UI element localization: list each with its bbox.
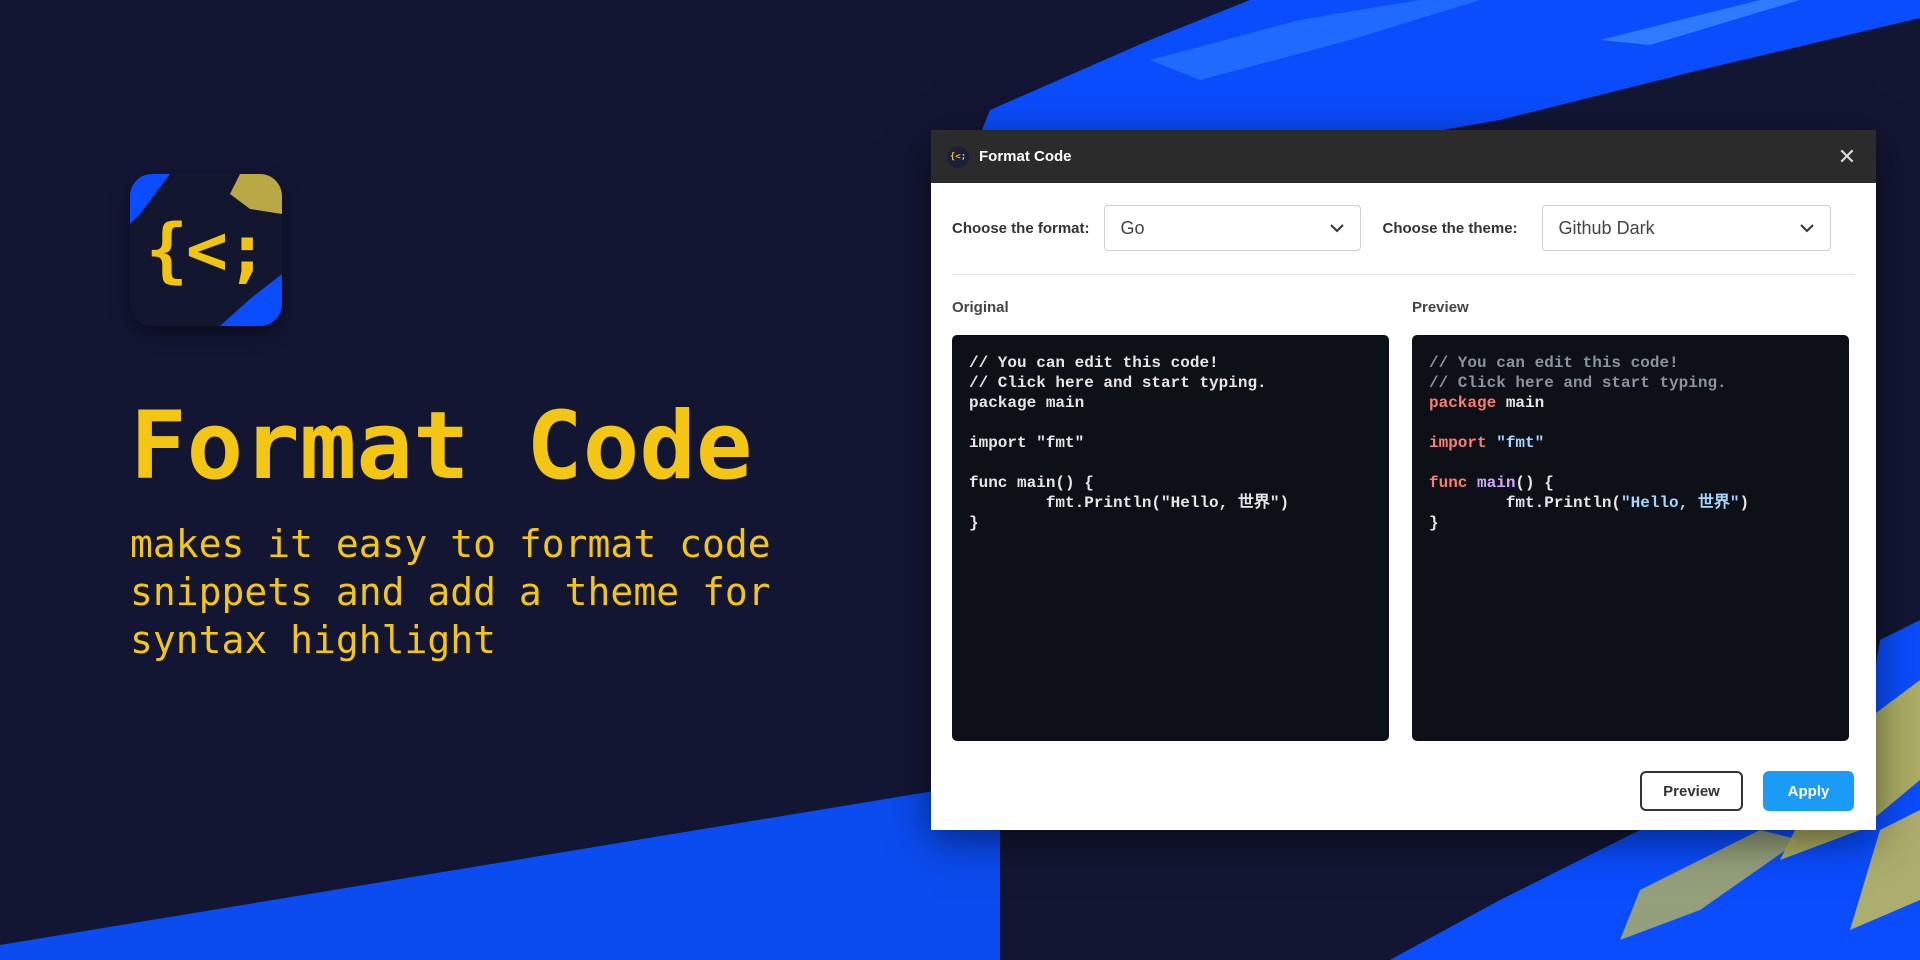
code-line: import "fmt" xyxy=(1429,434,1545,452)
theme-select[interactable]: Github Dark xyxy=(1541,205,1831,251)
code-line: package main xyxy=(1429,394,1545,412)
code-line: fmt.Println("Hello, 世界") xyxy=(1429,494,1750,512)
options-row: Choose the format: Go Choose the theme: … xyxy=(952,204,1855,252)
apply-button[interactable]: Apply xyxy=(1763,771,1854,811)
code-line: import "fmt" xyxy=(969,434,1085,452)
code-line: fmt.Println("Hello, 世界") xyxy=(969,494,1290,512)
code-line: } xyxy=(1429,514,1439,532)
original-code-editor[interactable]: // You can edit this code! // Click here… xyxy=(952,335,1389,741)
dialog-titlebar: {<; Format Code ✕ xyxy=(931,130,1876,183)
app-logo-icon: {<; xyxy=(130,174,282,326)
code-line: } xyxy=(969,514,979,532)
code-line: // You can edit this code! xyxy=(1429,354,1679,372)
format-label: Choose the format: xyxy=(952,219,1090,237)
dialog-title: Format Code xyxy=(979,148,1072,165)
code-line: // You can edit this code! xyxy=(969,354,1219,372)
code-line: // Click here and start typing. xyxy=(969,374,1267,392)
chevron-down-icon xyxy=(1329,223,1344,232)
theme-select-value: Github Dark xyxy=(1558,217,1655,238)
preview-label: Preview xyxy=(1412,299,1469,316)
original-label: Original xyxy=(952,299,1009,316)
code-line: package main xyxy=(969,394,1085,412)
format-code-dialog: {<; Format Code ✕ Choose the format: Go … xyxy=(931,130,1876,830)
theme-label: Choose the theme: xyxy=(1382,219,1518,237)
preview-code-view: // You can edit this code! // Click here… xyxy=(1412,335,1849,741)
code-line: func main() { xyxy=(1429,474,1554,492)
hero-subtitle-line: snippets and add a theme for xyxy=(130,570,771,614)
hero-subtitle-line: syntax highlight xyxy=(130,618,497,662)
app-logo-glyph: {<; xyxy=(145,209,268,291)
code-line: // Click here and start typing. xyxy=(1429,374,1727,392)
preview-button[interactable]: Preview xyxy=(1640,771,1743,811)
hero-subtitle-line: makes it easy to format code xyxy=(130,522,771,566)
hero-title: Format Code xyxy=(130,392,753,501)
app-logo-icon: {<; xyxy=(947,145,969,168)
highlighted-code: // You can edit this code! // Click here… xyxy=(1429,353,1832,533)
format-select-value: Go xyxy=(1120,217,1145,238)
hero-subtitle: makes it easy to format code snippets an… xyxy=(130,520,830,664)
code-line: func main() { xyxy=(969,474,1094,492)
chevron-down-icon xyxy=(1799,223,1814,232)
format-select[interactable]: Go xyxy=(1103,205,1361,251)
divider xyxy=(952,274,1855,275)
close-icon[interactable]: ✕ xyxy=(1836,145,1858,168)
